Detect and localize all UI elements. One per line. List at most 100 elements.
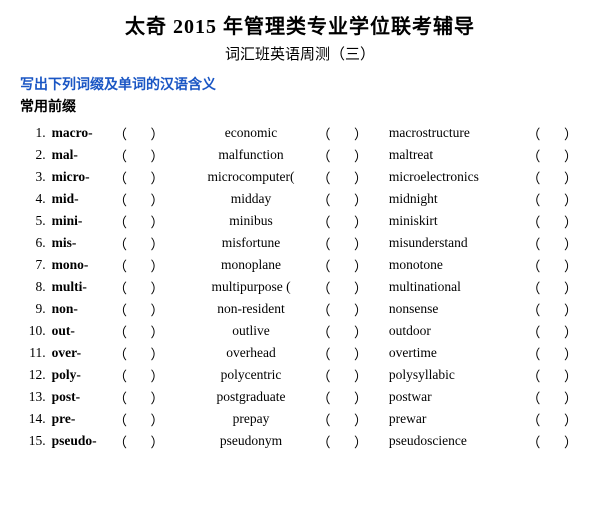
blank-3 — [543, 210, 562, 232]
prefix: mid- — [50, 188, 111, 210]
word2: misunderstand — [387, 232, 524, 254]
open-paren-1: （ — [111, 364, 130, 386]
close-paren-2: ） — [351, 298, 370, 320]
blank-1 — [129, 122, 148, 144]
close-paren-2: ） — [351, 254, 370, 276]
open-paren-1: （ — [111, 320, 130, 342]
word2: monotone — [387, 254, 524, 276]
row-num: 8. — [20, 276, 50, 298]
close-paren-1: ） — [148, 254, 167, 276]
open-paren-3: （ — [524, 386, 543, 408]
table-row: 9. non- （ ） non-resident （ ） nonsense （ … — [20, 298, 580, 320]
word2: microelectronics — [387, 166, 524, 188]
close-paren-1: ） — [148, 144, 167, 166]
close-paren-1: ） — [148, 320, 167, 342]
blank-3 — [543, 166, 562, 188]
blank-3 — [543, 144, 562, 166]
prefix: mini- — [50, 210, 111, 232]
close-paren-2: ） — [351, 122, 370, 144]
open-paren-2: （ — [314, 144, 333, 166]
open-paren-1: （ — [111, 298, 130, 320]
word2: pseudoscience — [387, 430, 524, 452]
blank-1 — [129, 210, 148, 232]
open-paren-1: （ — [111, 254, 130, 276]
word2: prewar — [387, 408, 524, 430]
blank-2 — [333, 342, 352, 364]
close-paren-3: ） — [561, 144, 580, 166]
prefix: multi- — [50, 276, 111, 298]
table-row: 12. poly- （ ） polycentric （ ） polysyllab… — [20, 364, 580, 386]
word1: polycentric — [188, 364, 315, 386]
blank-2 — [333, 320, 352, 342]
open-paren-3: （ — [524, 210, 543, 232]
close-paren-3: ） — [561, 254, 580, 276]
close-paren-1: ） — [148, 166, 167, 188]
word1: midday — [188, 188, 315, 210]
prefix: out- — [50, 320, 111, 342]
word1: postgraduate — [188, 386, 315, 408]
close-paren-2: ） — [351, 408, 370, 430]
word1: minibus — [188, 210, 315, 232]
close-paren-1: ） — [148, 276, 167, 298]
close-paren-2: ） — [351, 166, 370, 188]
blank-3 — [543, 430, 562, 452]
close-paren-1: ） — [148, 122, 167, 144]
blank-2 — [333, 298, 352, 320]
word1: non-resident — [188, 298, 315, 320]
blank-1 — [129, 276, 148, 298]
prefix: mis- — [50, 232, 111, 254]
row-num: 10. — [20, 320, 50, 342]
row-num: 12. — [20, 364, 50, 386]
close-paren-3: ） — [561, 298, 580, 320]
close-paren-3: ） — [561, 430, 580, 452]
prefix: mal- — [50, 144, 111, 166]
close-paren-1: ） — [148, 188, 167, 210]
prefix: micro- — [50, 166, 111, 188]
open-paren-2: （ — [314, 210, 333, 232]
word1: microcomputer( — [188, 166, 315, 188]
open-paren-1: （ — [111, 408, 130, 430]
table-row: 3. micro- （ ） microcomputer( （ ） microel… — [20, 166, 580, 188]
open-paren-3: （ — [524, 166, 543, 188]
word2: midnight — [387, 188, 524, 210]
open-paren-2: （ — [314, 232, 333, 254]
open-paren-1: （ — [111, 430, 130, 452]
blank-1 — [129, 342, 148, 364]
row-num: 2. — [20, 144, 50, 166]
blank-3 — [543, 408, 562, 430]
close-paren-1: ） — [148, 298, 167, 320]
blank-2 — [333, 144, 352, 166]
blank-1 — [129, 364, 148, 386]
table-row: 1. macro- （ ） economic （ ） macrostructur… — [20, 122, 580, 144]
open-paren-3: （ — [524, 364, 543, 386]
blank-3 — [543, 342, 562, 364]
close-paren-3: ） — [561, 364, 580, 386]
open-paren-2: （ — [314, 342, 333, 364]
close-paren-3: ） — [561, 232, 580, 254]
word2: nonsense — [387, 298, 524, 320]
word2: miniskirt — [387, 210, 524, 232]
table-row: 4. mid- （ ） midday （ ） midnight （ ） — [20, 188, 580, 210]
blank-1 — [129, 254, 148, 276]
open-paren-1: （ — [111, 166, 130, 188]
close-paren-1: ） — [148, 430, 167, 452]
prefix: poly- — [50, 364, 111, 386]
word2: outdoor — [387, 320, 524, 342]
close-paren-2: ） — [351, 342, 370, 364]
prefix: over- — [50, 342, 111, 364]
word1: economic — [188, 122, 315, 144]
open-paren-3: （ — [524, 232, 543, 254]
open-paren-1: （ — [111, 210, 130, 232]
row-num: 11. — [20, 342, 50, 364]
row-num: 5. — [20, 210, 50, 232]
blank-2 — [333, 166, 352, 188]
instruction: 写出下列词缀及单词的汉语含义 — [20, 74, 580, 94]
close-paren-2: ） — [351, 430, 370, 452]
vocab-table: 1. macro- （ ） economic （ ） macrostructur… — [20, 122, 580, 452]
word1: outlive — [188, 320, 315, 342]
close-paren-3: ） — [561, 210, 580, 232]
open-paren-3: （ — [524, 276, 543, 298]
category: 常用前缀 — [20, 96, 580, 116]
blank-2 — [333, 430, 352, 452]
row-num: 3. — [20, 166, 50, 188]
